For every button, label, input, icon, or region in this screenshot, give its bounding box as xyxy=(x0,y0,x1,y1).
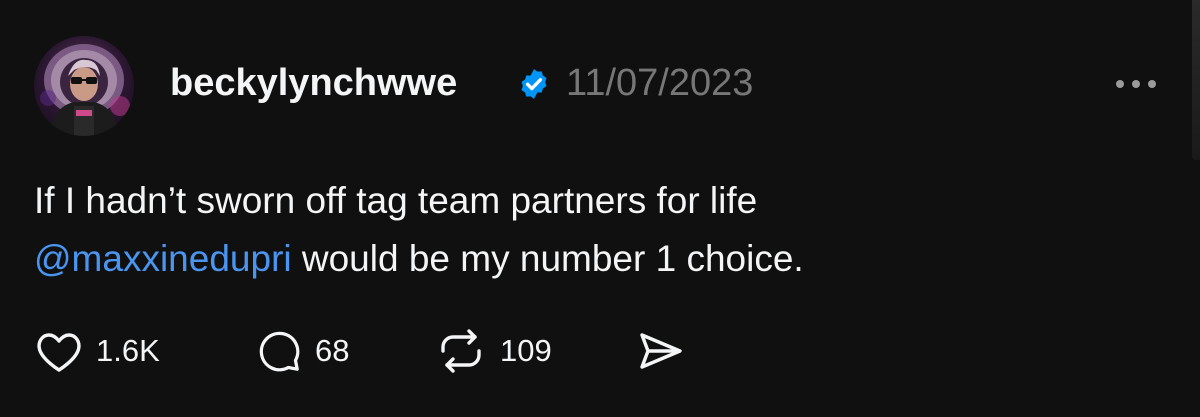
reply-button[interactable]: 68 xyxy=(255,328,349,374)
post-body: If I hadn’t sworn off tag team partners … xyxy=(34,172,1134,288)
reply-count: 68 xyxy=(315,333,350,368)
repost-button[interactable]: 109 xyxy=(434,328,552,374)
scrollbar[interactable] xyxy=(1192,0,1200,160)
comment-bubble-icon xyxy=(259,331,300,372)
heart-icon xyxy=(37,333,81,372)
thread-post: beckylynchwwe 11/07/2023 If I hadn’t swo… xyxy=(0,0,1200,417)
avatar[interactable] xyxy=(34,36,134,136)
like-count: 1.6K xyxy=(96,333,160,368)
post-timestamp: 11/07/2023 xyxy=(566,62,754,104)
post-body-line-2-text: would be my number 1 choice. xyxy=(291,238,804,279)
post-body-line-2: @maxxinedupri would be my number 1 choic… xyxy=(34,230,1134,288)
send-arrow-icon xyxy=(640,333,682,369)
like-button[interactable]: 1.6K xyxy=(34,328,160,374)
username[interactable]: beckylynchwwe xyxy=(170,61,457,105)
share-button[interactable] xyxy=(637,328,685,374)
avatar-image xyxy=(40,44,130,136)
action-bar: 1.6K 68 109 xyxy=(34,328,794,374)
repost-count: 109 xyxy=(500,333,552,368)
more-options-button[interactable] xyxy=(1108,64,1164,104)
post-body-line-1: If I hadn’t sworn off tag team partners … xyxy=(34,180,758,221)
verified-badge-icon xyxy=(517,67,551,101)
repost-arrows-icon xyxy=(441,329,481,373)
mention-link[interactable]: @maxxinedupri xyxy=(34,238,292,279)
more-horizontal-icon xyxy=(1116,80,1156,88)
